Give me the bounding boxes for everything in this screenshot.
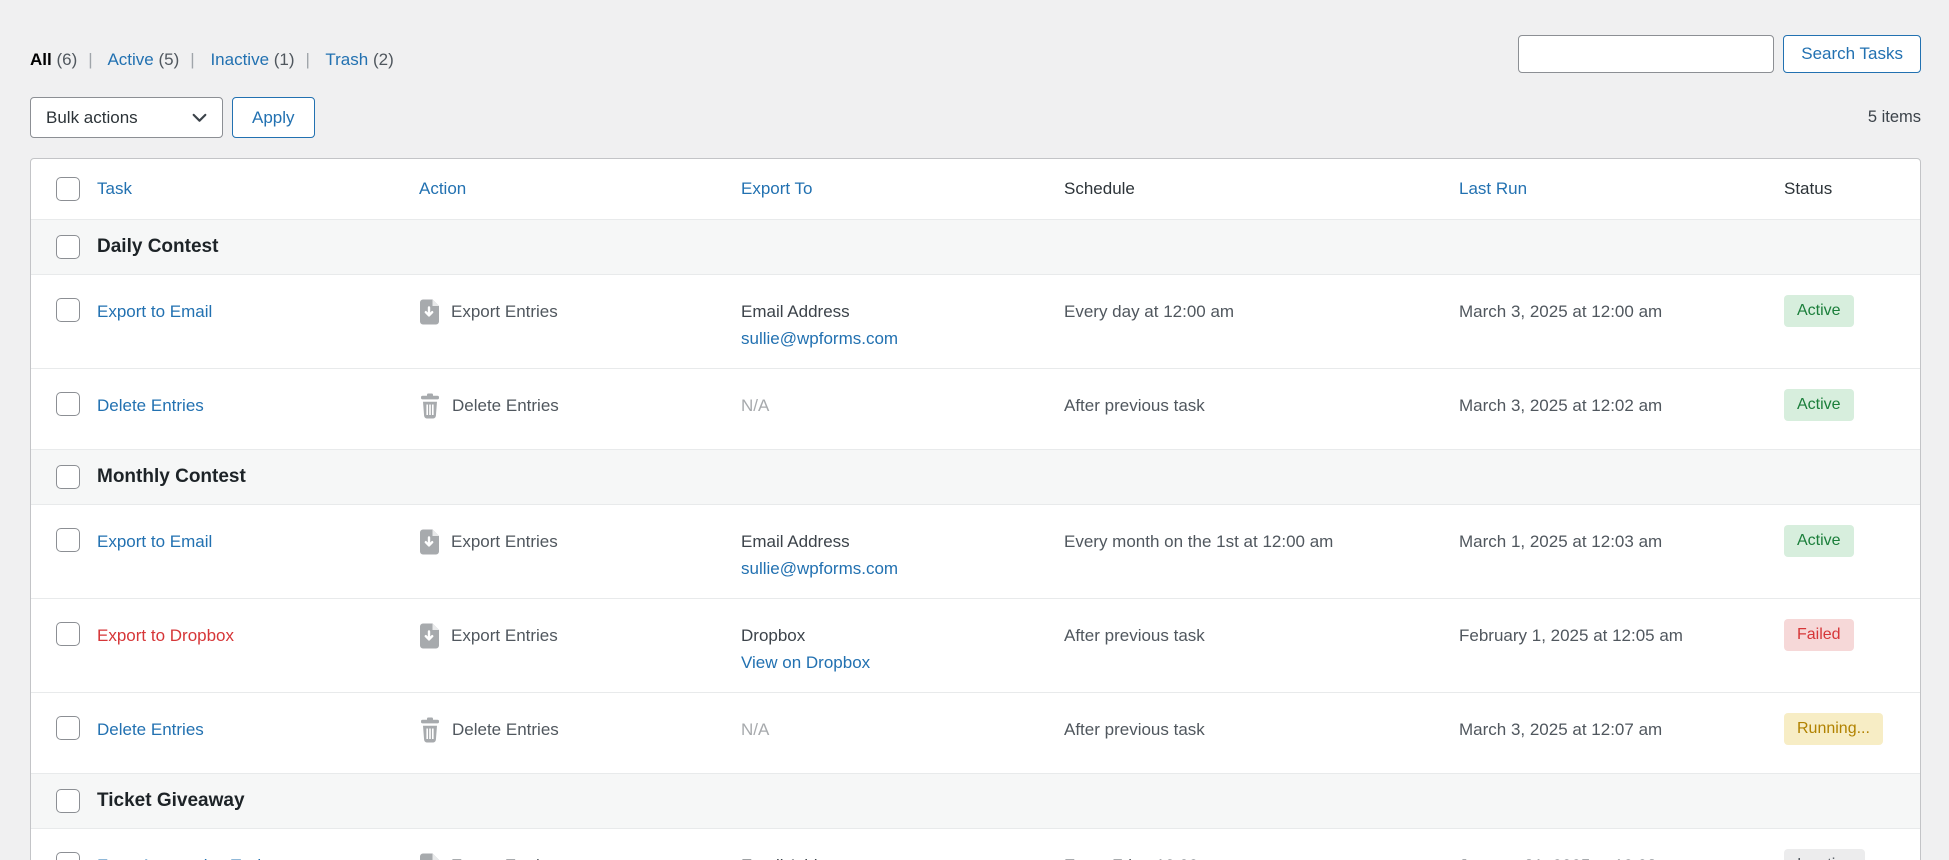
task-name-link[interactable]: Export to Email [97,302,212,321]
filter-link[interactable]: Active (5) [107,50,179,69]
table-row: Delete Entries Delete Entries N/A After … [31,692,1920,773]
filter-link[interactable]: Trash (2) [325,50,393,69]
column-header: Action [419,179,741,199]
schedule-cell: Every day at 12:00 am [1064,275,1459,368]
search-input[interactable] [1518,35,1774,73]
row-checkbox[interactable] [56,716,80,740]
column-header: Export To [741,179,1064,199]
status-filter-links: All (6) | Active (5) | Inactive (1) | Trash… [30,50,394,70]
group-title: Ticket Giveaway [97,790,1920,812]
row-checkbox[interactable] [56,622,80,646]
status-badge: Running... [1784,713,1883,745]
task-name-link[interactable]: Delete Entries [97,396,204,415]
select-all-checkbox[interactable] [56,177,80,201]
column-header: Schedule [1064,179,1459,199]
column-header: Task [97,179,419,199]
table-body: Daily Contest Export to Email Export Ent… [31,219,1920,860]
row-checkbox[interactable] [56,392,80,416]
group-header-row: Daily Contest [31,219,1920,274]
export-secondary-link[interactable]: View on Dropbox [741,653,870,672]
top-bar: All (6) | Active (5) | Inactive (1) | Trash… [30,0,1921,73]
last-run-cell: March 1, 2025 at 12:03 am [1459,505,1784,598]
status-badge: Active [1784,525,1854,557]
action-label: Export Entries [451,528,558,555]
filter-separator: | [190,50,194,69]
filter-separator: | [88,50,92,69]
action-label: Export Entries [451,298,558,325]
action-label: Export Entries [451,622,558,649]
group-header-row: Ticket Giveaway [31,773,1920,828]
task-name-link[interactable]: Entry Automation Task [97,856,266,860]
group-title: Daily Contest [97,236,1920,258]
status-badge: Failed [1784,619,1854,651]
bulk-actions-selected-value: Bulk actions [46,108,138,128]
table-row: Entry Automation Task Export Entries Ema… [31,828,1920,860]
apply-button[interactable]: Apply [232,97,315,138]
file-export-icon [419,853,440,860]
status-badge: Active [1784,295,1854,327]
filter-separator: | [306,50,310,69]
table-row: Delete Entries Delete Entries N/A After … [31,368,1920,449]
trash-icon [419,393,441,427]
export-primary: N/A [741,716,1064,743]
row-checkbox[interactable] [56,852,80,860]
sortable-column-link[interactable]: Action [419,179,466,198]
schedule-cell: Every month on the 1st at 12:00 am [1064,505,1459,598]
export-secondary-link[interactable]: sullie@wpforms.com [741,329,898,348]
status-badge: Active [1784,389,1854,421]
column-header: Status [1784,179,1920,199]
last-run-cell: January 31, 2025 at 12:03 am [1459,829,1784,860]
export-secondary-link[interactable]: sullie@wpforms.com [741,559,898,578]
file-export-icon [419,529,440,563]
schedule-cell: Every Fri at 12:00 am [1064,829,1459,860]
chevron-down-icon [191,109,208,126]
sortable-column-link[interactable]: Last Run [1459,179,1527,198]
task-name-link[interactable]: Export to Email [97,532,212,551]
filter-link[interactable]: Inactive (1) [210,50,294,69]
row-checkbox[interactable] [56,528,80,552]
status-badge: Inactive [1784,849,1865,860]
last-run-cell: March 3, 2025 at 12:02 am [1459,369,1784,449]
action-label: Delete Entries [452,716,559,743]
column-header: Last Run [1459,179,1784,199]
table-row: Export to Email Export Entries Email Add… [31,504,1920,598]
last-run-cell: February 1, 2025 at 12:05 am [1459,599,1784,692]
schedule-cell: After previous task [1064,369,1459,449]
export-primary: Email Address [741,298,1064,325]
schedule-cell: After previous task [1064,693,1459,773]
group-checkbox[interactable] [56,789,80,813]
task-name-link[interactable]: Delete Entries [97,720,204,739]
action-label: Export Entries [451,852,558,860]
last-run-cell: March 3, 2025 at 12:00 am [1459,275,1784,368]
bulk-actions-select[interactable]: Bulk actions [30,97,223,138]
table-row: Export to Email Export Entries Email Add… [31,274,1920,368]
table-header-row: Task Action Export To Schedule Last Run … [31,159,1920,219]
sortable-column-link[interactable]: Export To [741,179,813,198]
export-primary: Email Address [741,528,1064,555]
row-checkbox[interactable] [56,298,80,322]
export-primary: Email Address [741,852,1064,860]
group-checkbox[interactable] [56,465,80,489]
filter-link[interactable]: All (6) [30,50,77,69]
last-run-cell: March 3, 2025 at 12:07 am [1459,693,1784,773]
export-primary: N/A [741,392,1064,419]
file-export-icon [419,299,440,333]
search-tasks-button[interactable]: Search Tasks [1783,35,1921,73]
search-area: Search Tasks [1518,35,1921,73]
items-count: 5 items [1868,108,1921,127]
group-title: Monthly Contest [97,466,1920,488]
action-label: Delete Entries [452,392,559,419]
trash-icon [419,717,441,751]
tasks-table: Task Action Export To Schedule Last Run … [30,158,1921,860]
sortable-column-link[interactable]: Task [97,179,132,198]
file-export-icon [419,623,440,657]
task-name-link[interactable]: Export to Dropbox [97,626,234,645]
group-checkbox[interactable] [56,235,80,259]
table-toolbar: Bulk actions Apply 5 items [30,97,1921,138]
export-primary: Dropbox [741,622,1064,649]
group-header-row: Monthly Contest [31,449,1920,504]
schedule-cell: After previous task [1064,599,1459,692]
table-row: Export to Dropbox Export Entries Dropbox… [31,598,1920,692]
